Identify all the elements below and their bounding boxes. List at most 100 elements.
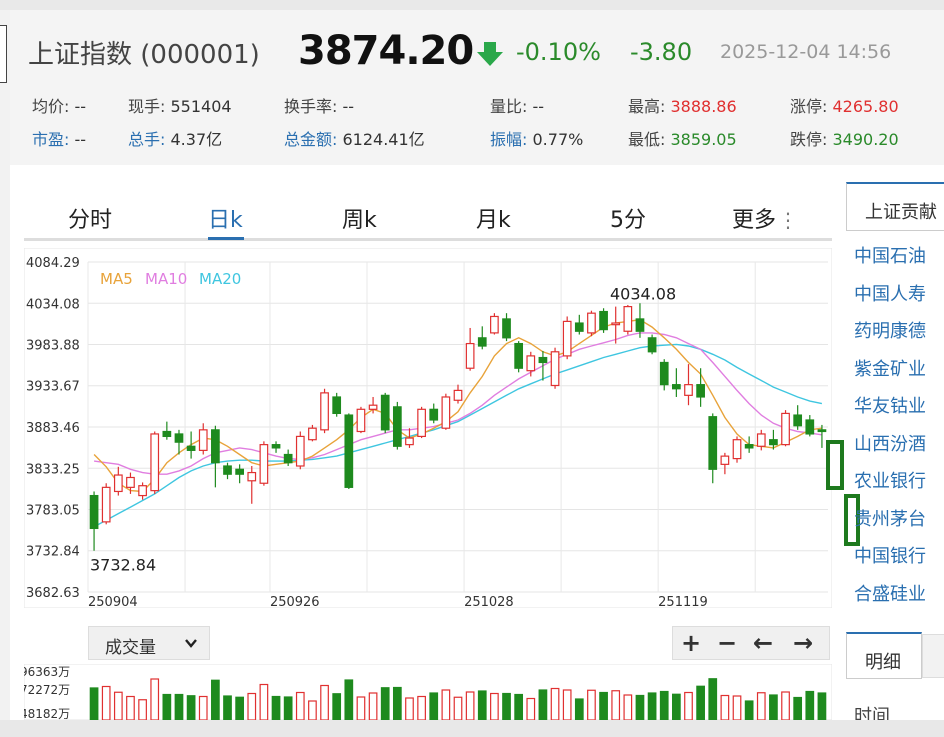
arrow-left-icon[interactable]: ←	[753, 629, 773, 657]
candle-body	[805, 419, 815, 435]
candle-body	[247, 471, 257, 482]
volume-bar	[635, 694, 645, 720]
contribution-panel-header[interactable]: 上证贡献	[846, 182, 944, 231]
tab-more[interactable]: 更多 ⋮	[732, 202, 798, 234]
tab-monthly[interactable]: 月k	[476, 202, 511, 234]
stat-pe[interactable]: 市盈: --	[32, 126, 86, 150]
contribution-panel: 上证贡献 中国石油 中国人寿 药明康德 紫金矿业 华友钴业 山西汾酒 农业银行 …	[846, 182, 944, 737]
contrib-item[interactable]: 华友钴业	[854, 392, 926, 418]
candle-body	[538, 356, 548, 364]
candle-body	[623, 306, 633, 332]
volume-bar	[271, 695, 281, 720]
candle-body	[514, 342, 524, 369]
volume-bar	[732, 695, 742, 720]
volume-bar	[162, 693, 172, 720]
volume-bar	[368, 692, 378, 720]
stat-amplitude[interactable]: 振幅: 0.77%	[490, 126, 583, 150]
candle-body	[635, 318, 645, 332]
zoom-out-icon[interactable]: −	[717, 629, 737, 657]
volume-bar	[126, 695, 135, 720]
candle-body	[429, 408, 439, 421]
kline-chart[interactable]: 4084.29 4034.08 3983.88 3933.67 3883.46 3833.…	[24, 248, 832, 608]
volume-bar	[550, 687, 560, 720]
candle-body	[732, 439, 742, 460]
left-strip	[0, 10, 10, 737]
contrib-item[interactable]: 农业银行	[854, 467, 926, 493]
candle-body	[744, 444, 754, 449]
x-tick-label: 250926	[270, 595, 320, 608]
candle-body	[417, 408, 426, 438]
contrib-item[interactable]: 山西汾酒	[854, 430, 926, 456]
tab-intraday[interactable]: 分时	[68, 202, 112, 234]
volume-bar	[320, 684, 329, 720]
contrib-item[interactable]: 中国银行	[854, 542, 926, 568]
candle-body	[356, 408, 366, 433]
candle-body	[174, 433, 184, 443]
candle-body	[113, 474, 123, 493]
contrib-item[interactable]: 中国石油	[854, 242, 926, 268]
volume-bar	[138, 699, 147, 720]
volume-bar	[720, 694, 730, 720]
contrib-item[interactable]: 中国人寿	[854, 280, 926, 306]
absolute-change: -3.80	[630, 38, 693, 66]
contrib-item[interactable]: 紫金矿业	[854, 355, 926, 381]
tab-weekly[interactable]: 周k	[342, 202, 377, 234]
arrow-right-icon[interactable]: →	[793, 629, 813, 657]
contrib-item[interactable]: 药明康德	[854, 317, 926, 343]
candle-body	[101, 486, 111, 523]
candle-body	[647, 337, 657, 353]
candle-body	[320, 392, 329, 431]
candle-body	[198, 429, 208, 451]
stat-total-volume[interactable]: 总手: 4.37亿	[128, 126, 222, 150]
stat-amount[interactable]: 总金额: 6124.41亿	[284, 126, 425, 150]
price-annotation: 3732.84	[90, 556, 156, 575]
volume-bar	[186, 695, 196, 720]
candle-body	[259, 444, 269, 484]
volume-bar	[356, 696, 366, 720]
zoom-in-icon[interactable]: +	[681, 629, 701, 657]
volume-bar	[211, 679, 220, 720]
tab-daily[interactable]: 日k	[208, 202, 243, 234]
left-panel-handle[interactable]	[0, 25, 7, 83]
volume-bar	[429, 692, 439, 720]
volume-bar	[490, 692, 499, 720]
candle-body	[308, 427, 317, 441]
candle-body	[502, 318, 511, 339]
contrib-item[interactable]: 贵州茅台	[854, 505, 926, 531]
candle-body	[562, 320, 572, 357]
indicator-select-value: 成交量	[105, 638, 156, 658]
legend-ma20: MA20	[199, 270, 241, 288]
volume-axis-label: 48182万	[24, 707, 70, 720]
volume-axis-label: 96363万	[24, 665, 70, 679]
y-tick-label: 4034.08	[26, 297, 80, 312]
volume-bar	[405, 697, 414, 720]
tab-more-label: 更多	[732, 208, 777, 233]
candle-body	[150, 433, 160, 492]
tab-5min[interactable]: 5分	[610, 202, 646, 234]
index-title: 上证指数 (000001)	[28, 40, 260, 70]
vertical-dots-icon: ⋮	[778, 208, 799, 232]
volume-bar	[198, 695, 208, 720]
volume-bar	[101, 685, 111, 720]
candle-body	[405, 437, 414, 446]
volume-bar	[465, 691, 475, 720]
indicator-select[interactable]: 成交量	[88, 626, 210, 660]
volume-bar	[417, 695, 426, 720]
stat-high: 最高: 3888.86	[628, 97, 737, 116]
candle-body	[587, 312, 596, 334]
volume-bar	[223, 695, 232, 720]
contrib-item[interactable]: 合盛硅业	[854, 580, 926, 606]
top-bar	[0, 0, 944, 10]
stat-limit-down: 跌停: 3490.20	[790, 130, 899, 149]
tab-next[interactable]	[922, 634, 944, 678]
tab-detail[interactable]: 明细	[846, 632, 922, 679]
tab-divider	[24, 238, 832, 241]
x-tick-label: 251119	[658, 595, 708, 608]
candle-body	[671, 384, 681, 390]
y-tick-label: 3833.25	[26, 462, 80, 477]
percent-change: -0.10%	[516, 38, 601, 66]
volume-bar	[659, 690, 669, 720]
candle-body	[453, 389, 463, 401]
active-tab-indicator	[208, 237, 244, 240]
volume-bar	[611, 690, 621, 720]
